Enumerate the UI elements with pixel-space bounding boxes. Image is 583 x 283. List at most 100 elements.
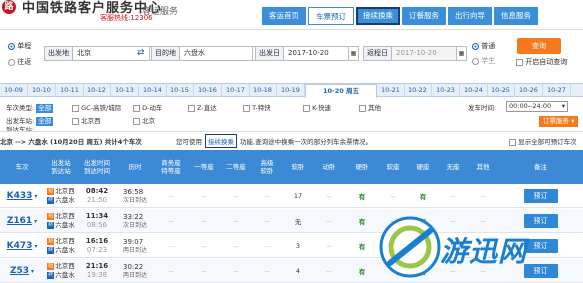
one-way-radio[interactable]: 单程 <box>8 41 31 51</box>
date-tab-active[interactable]: 10-20 周五 <box>305 84 377 98</box>
date-tab[interactable]: 10-12 <box>83 84 111 97</box>
date-tab[interactable]: 10-18 <box>249 84 277 97</box>
auto-query-checkbox[interactable]: 开启自动查询 <box>516 57 567 67</box>
nav-travel-guide[interactable]: 出行向导 <box>448 7 492 25</box>
page: 路 中国铁路客户服务中心 客服热线:12306 客运服务 客运首页 车票预订 接… <box>0 0 583 283</box>
chevron-down-icon[interactable]: ▾ <box>34 243 37 250</box>
date-tab[interactable]: 10-27 <box>543 84 571 97</box>
arrive-time: 08:56 <box>86 221 108 229</box>
date-tab[interactable]: 10-25 <box>487 84 515 97</box>
type-z[interactable]: Z-直达 <box>188 102 217 112</box>
end-station-icon: 终 <box>47 271 55 279</box>
seat-cell: -- <box>233 192 239 200</box>
soft-sleeper-count: 无 <box>294 218 302 226</box>
chevron-down-icon[interactable]: ▾ <box>34 218 37 225</box>
type-d[interactable]: D-动车 <box>133 102 162 112</box>
from-station: 北京西 <box>55 212 75 220</box>
depart-time: 21:16 <box>85 262 109 270</box>
column-header: 高级 软卧 <box>260 159 274 175</box>
date-tab[interactable]: 10-13 <box>111 84 139 97</box>
date-tab[interactable]: 10-16 <box>194 84 222 97</box>
column-header: 一等座 <box>194 163 214 171</box>
calendar-icon[interactable]: ▦ <box>457 46 467 61</box>
duration-cell: 36:58 次日到达 <box>116 184 154 208</box>
return-date-input[interactable]: 2017-10-20 <box>391 46 457 61</box>
train-number[interactable]: K433 <box>7 191 33 201</box>
subscribe-button[interactable]: 订票服务 ▾ <box>539 116 579 127</box>
date-tab[interactable]: 10-15 <box>166 84 194 97</box>
train-number[interactable]: K473 <box>7 241 33 251</box>
date-tab[interactable]: 10-17 <box>222 84 250 97</box>
chevron-down-icon[interactable]: ▾ <box>34 193 37 200</box>
show-all-checkbox[interactable]: 显示全部可预订车次 <box>509 136 577 146</box>
nav-meal[interactable]: 订餐服务 <box>402 7 446 25</box>
train-number[interactable]: Z161 <box>7 216 32 226</box>
student-radio[interactable]: 学生 <box>472 56 495 66</box>
type-other[interactable]: 其他 <box>359 102 381 112</box>
checkbox-icon <box>359 104 366 112</box>
checkbox-icon <box>509 138 516 146</box>
date-tab[interactable]: 10-26 <box>515 84 543 97</box>
train-type-all[interactable]: 全部 <box>36 104 54 113</box>
hard-sleeper-count: 有 <box>358 243 366 251</box>
duration-cell: 30:22 两日到达 <box>116 259 154 283</box>
station-beijing[interactable]: 北京 <box>133 115 155 125</box>
date-tab[interactable]: 10-23 <box>432 84 460 97</box>
date-tab[interactable]: 10-22 <box>404 84 432 97</box>
column-header[interactable]: 历时 <box>116 150 154 184</box>
depart-time: 16:16 <box>85 237 109 245</box>
type-gc[interactable]: GC-高铁/城际 <box>72 102 121 112</box>
nav-home[interactable]: 客运首页 <box>262 7 306 25</box>
date-tab[interactable]: 10-11 <box>56 84 84 97</box>
nav-ticket-booking[interactable]: 车票预订 <box>308 7 354 25</box>
seat-cell: -- <box>233 217 239 225</box>
arrive-time: 19:38 <box>86 271 108 279</box>
calendar-icon[interactable]: ▦ <box>349 46 359 61</box>
round-trip-radio[interactable]: 往返 <box>8 57 31 67</box>
column-header: 无座 <box>446 163 460 171</box>
date-tab[interactable]: 10-19 <box>277 84 305 97</box>
column-header[interactable]: 出发站 到达站 <box>44 150 78 184</box>
seat-cell: -- <box>233 242 239 250</box>
to-station: 六盘水 <box>55 221 75 229</box>
depart-time: 11:34 <box>85 212 109 220</box>
ordinary-radio[interactable]: 普通 <box>472 41 495 51</box>
depart-time-label: 发车时间: <box>468 104 497 112</box>
seat-cell: -- <box>201 192 207 200</box>
train-number[interactable]: Z53 <box>10 266 29 276</box>
duration: 30:22 <box>122 262 144 271</box>
checkbox-icon <box>133 104 140 112</box>
chevron-down-icon[interactable]: ▾ <box>31 268 34 275</box>
radio-on-icon <box>8 42 15 50</box>
from-station: 北京西 <box>55 262 75 270</box>
seat-cell: -- <box>201 217 207 225</box>
main-nav: 客运首页 车票预订 接续换乘 订餐服务 出行向导 信息服务 <box>262 7 540 25</box>
to-input[interactable]: 六盘水 <box>179 46 253 61</box>
date-tab[interactable]: 10-21 <box>377 84 405 97</box>
nav-transfer[interactable]: 接续换乘 <box>356 7 400 25</box>
transfer-link[interactable]: 接续换乘 <box>205 134 237 148</box>
date-tab[interactable]: 10-24 <box>460 84 488 97</box>
date-tab[interactable]: 10-10 <box>28 84 56 97</box>
query-button[interactable]: 查询 <box>517 38 561 54</box>
book-button[interactable]: 预订 <box>523 189 558 203</box>
type-t[interactable]: T-特快 <box>243 102 271 112</box>
station-beijingxi[interactable]: 北京西 <box>72 115 101 125</box>
time-cell: 21:16 19:38 <box>78 259 116 283</box>
table-row: K433 ▾ 始北京西终六盘水 08:42 21:50 36:58 次日到达 -- -- -- --… <box>0 184 583 208</box>
nav-info[interactable]: 信息服务 <box>494 7 538 25</box>
depart-station-all[interactable]: 全部 <box>36 117 54 126</box>
date-tab[interactable]: 10-14 <box>139 84 167 97</box>
start-station-icon: 始 <box>47 187 55 195</box>
depart-date-input[interactable]: 2017-10-20 <box>283 46 349 61</box>
soft-sleeper-count: 4 <box>295 267 301 275</box>
to-field: 目的地 六盘水 ⌖ <box>151 46 262 61</box>
column-header: 备注 <box>534 163 547 171</box>
to-station: 六盘水 <box>55 246 75 254</box>
date-tab[interactable]: 10-09 <box>0 84 28 97</box>
column-header[interactable]: 出发时间 到达时间 <box>78 150 116 184</box>
swap-icon[interactable]: ⇄ <box>137 48 147 58</box>
depart-time-select[interactable]: 00:00--24:00 ▾ <box>506 101 568 112</box>
train-type-label: 车次类型: <box>6 104 35 112</box>
type-k[interactable]: K-快速 <box>303 102 331 112</box>
